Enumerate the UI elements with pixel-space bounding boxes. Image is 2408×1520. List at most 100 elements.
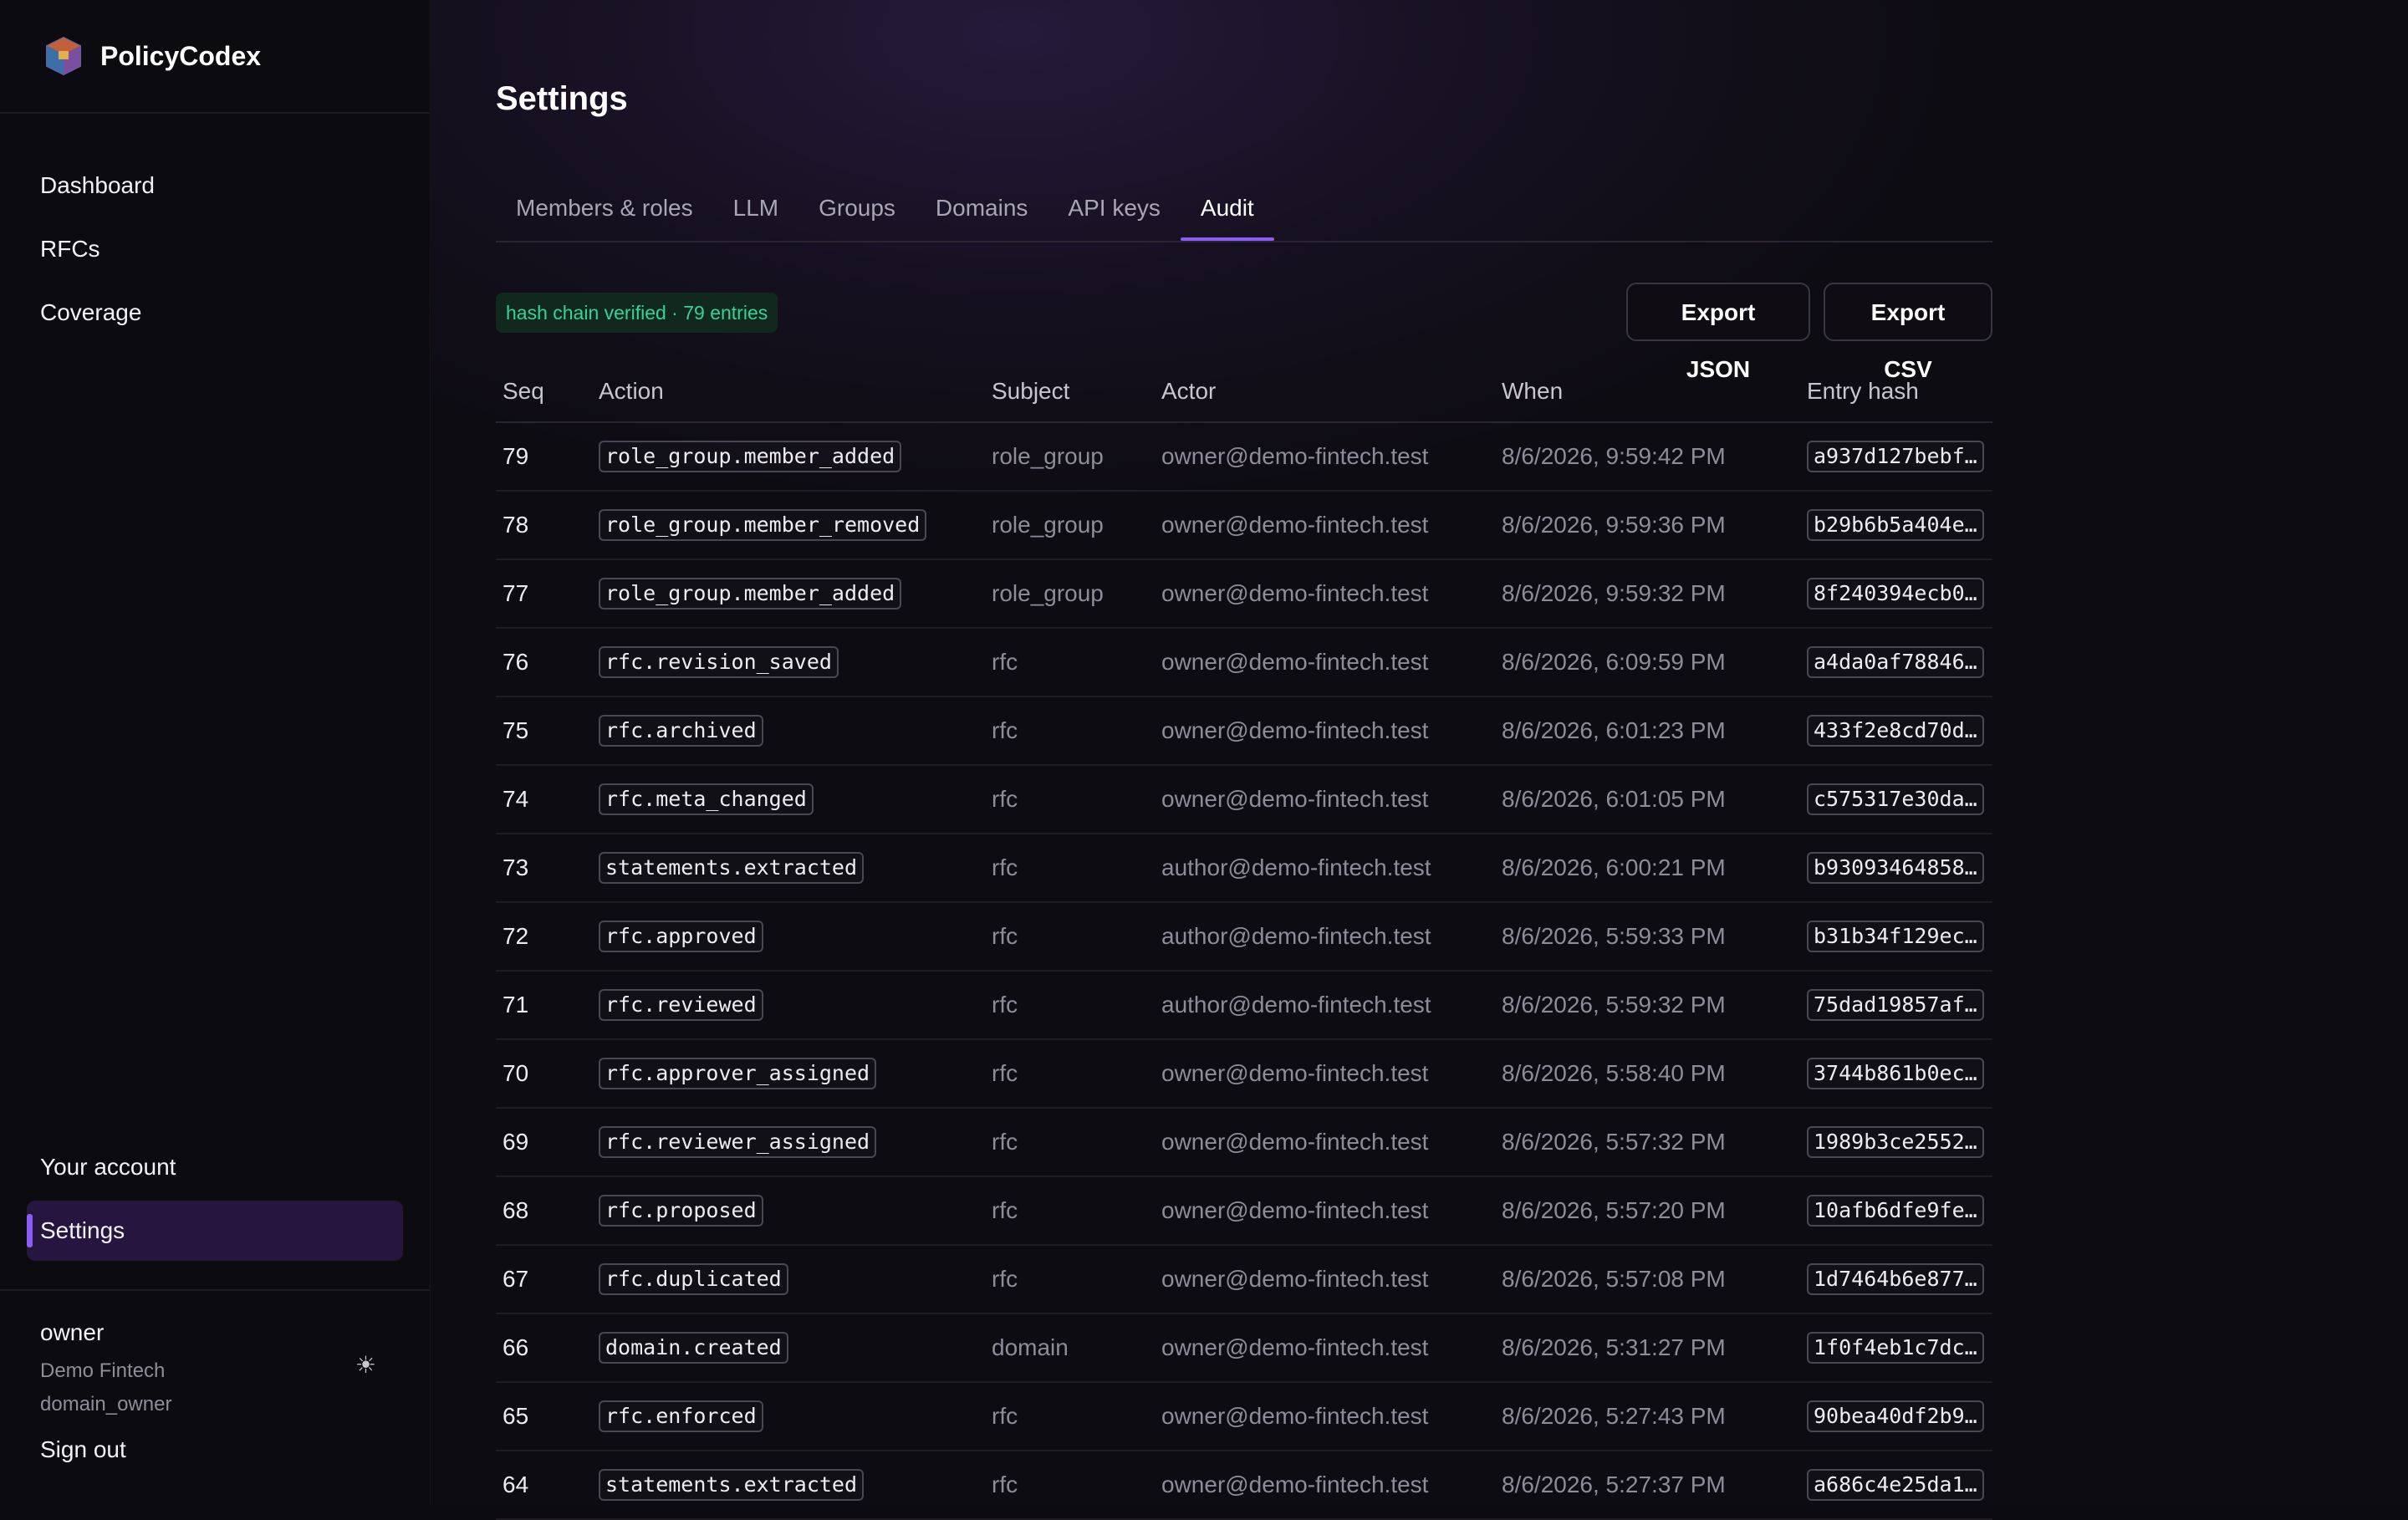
tab-domains[interactable]: Domains xyxy=(916,184,1048,239)
nav-item-dashboard[interactable]: Dashboard xyxy=(27,156,403,216)
action-cell: domain.created xyxy=(592,1313,985,1383)
subject-cell: rfc xyxy=(985,1176,1155,1246)
entry-hash-cell: a686c4e25da1… xyxy=(1800,1451,1992,1520)
user-role: domain_owner xyxy=(40,1393,172,1415)
table-row: 74 rfc.meta_changed rfc owner@demo-fintech.… xyxy=(496,765,1992,834)
subject-cell: rfc xyxy=(985,834,1155,903)
when-cell: 8/6/2026, 5:27:37 PM xyxy=(1495,1451,1800,1520)
when-cell: 8/6/2026, 6:01:23 PM xyxy=(1495,696,1800,766)
actor-cell: owner@demo-fintech.test xyxy=(1155,696,1495,766)
when-cell: 8/6/2026, 5:59:33 PM xyxy=(1495,902,1800,972)
entry-hash-code: 1d7464b6e877… xyxy=(1807,1263,1984,1295)
action-code: rfc.archived xyxy=(599,715,763,747)
nav-item-rfcs[interactable]: RFCs xyxy=(27,219,403,279)
action-code: domain.created xyxy=(599,1332,788,1364)
nav-item-settings[interactable]: Settings xyxy=(27,1201,403,1261)
action-cell: rfc.enforced xyxy=(592,1382,985,1451)
when-cell: 8/6/2026, 5:57:20 PM xyxy=(1495,1176,1800,1246)
when-cell: 8/6/2026, 6:00:21 PM xyxy=(1495,834,1800,903)
entry-hash-cell: 1d7464b6e877… xyxy=(1800,1245,1992,1314)
action-code: rfc.reviewer_assigned xyxy=(599,1126,877,1158)
entry-hash-cell: b93093464858… xyxy=(1800,834,1992,903)
table-row: 72 rfc.approved rfc author@demo-fintech.tes… xyxy=(496,902,1992,972)
subject-cell: domain xyxy=(985,1313,1155,1383)
entry-hash-cell: a937d127bebf… xyxy=(1800,422,1992,492)
subject-cell: rfc xyxy=(985,628,1155,697)
action-code: rfc.meta_changed xyxy=(599,783,814,815)
table-row: 71 rfc.reviewed rfc author@demo-fintech.tes… xyxy=(496,971,1992,1040)
entry-hash-cell: 8f240394ecb0… xyxy=(1800,559,1992,629)
action-code: rfc.approver_assigned xyxy=(599,1058,877,1089)
actor-cell: author@demo-fintech.test xyxy=(1155,971,1495,1040)
seq-cell: 78 xyxy=(496,491,592,560)
action-code: rfc.proposed xyxy=(599,1195,763,1227)
table-row: 67 rfc.duplicated rfc owner@demo-fintech.te… xyxy=(496,1245,1992,1314)
table-header-row: Seq Action Subject Actor When Entry hash xyxy=(496,361,1992,423)
when-cell: 8/6/2026, 5:59:32 PM xyxy=(1495,971,1800,1040)
action-code: rfc.reviewed xyxy=(599,989,763,1021)
seq-cell: 64 xyxy=(496,1451,592,1520)
entry-hash-code: 90bea40df2b9… xyxy=(1807,1400,1984,1432)
when-cell: 8/6/2026, 5:31:27 PM xyxy=(1495,1313,1800,1383)
tab-audit[interactable]: Audit xyxy=(1180,184,1274,241)
tab-groups[interactable]: Groups xyxy=(798,184,916,239)
action-cell: rfc.reviewer_assigned xyxy=(592,1108,985,1177)
action-code: rfc.duplicated xyxy=(599,1263,788,1295)
column-header-action: Action xyxy=(592,361,985,423)
subject-cell: role_group xyxy=(985,559,1155,629)
entry-hash-code: a686c4e25da1… xyxy=(1807,1469,1984,1501)
seq-cell: 69 xyxy=(496,1108,592,1177)
when-cell: 8/6/2026, 9:59:32 PM xyxy=(1495,559,1800,629)
entry-hash-cell: 1f0f4eb1c7dc… xyxy=(1800,1313,1992,1383)
action-code: statements.extracted xyxy=(599,1469,865,1501)
entry-hash-code: 433f2e8cd70d… xyxy=(1807,715,1984,747)
entry-hash-code: b93093464858… xyxy=(1807,852,1984,884)
entry-hash-cell: 90bea40df2b9… xyxy=(1800,1382,1992,1451)
seq-cell: 79 xyxy=(496,422,592,492)
audit-table: Seq Action Subject Actor When Entry hash… xyxy=(496,361,1992,1520)
settings-tabs: Members & roles LLM Groups Domains API k… xyxy=(496,184,1992,242)
entry-hash-code: 3744b861b0ec… xyxy=(1807,1058,1984,1089)
when-cell: 8/6/2026, 5:27:43 PM xyxy=(1495,1382,1800,1451)
subject-cell: rfc xyxy=(985,1382,1155,1451)
main-nav: Dashboard RFCs Coverage xyxy=(0,114,430,343)
export-csv-button[interactable]: Export CSV xyxy=(1824,283,1992,382)
page-title: Settings xyxy=(496,80,628,117)
nav-item-your-account[interactable]: Your account xyxy=(27,1137,403,1197)
table-row: 70 rfc.approver_assigned rfc owner@demo-fin… xyxy=(496,1039,1992,1109)
subject-cell: role_group xyxy=(985,422,1155,492)
action-cell: rfc.duplicated xyxy=(592,1245,985,1314)
tab-llm[interactable]: LLM xyxy=(713,184,798,239)
sign-out-link[interactable]: Sign out xyxy=(40,1436,390,1463)
subject-cell: rfc xyxy=(985,1451,1155,1520)
action-code: rfc.approved xyxy=(599,921,763,952)
brand[interactable]: PolicyCodex xyxy=(0,0,430,114)
policycodex-logo-icon xyxy=(46,36,81,76)
entry-hash-cell: 75dad19857af… xyxy=(1800,971,1992,1040)
action-code: rfc.revision_saved xyxy=(599,646,839,678)
table-row: 77 role_group.member_added role_group owner… xyxy=(496,559,1992,629)
action-cell: rfc.revision_saved xyxy=(592,628,985,697)
subject-cell: rfc xyxy=(985,971,1155,1040)
seq-cell: 73 xyxy=(496,834,592,903)
subject-cell: rfc xyxy=(985,902,1155,972)
table-row: 79 role_group.member_added role_group owner… xyxy=(496,422,1992,492)
entry-hash-cell: b29b6b5a404e… xyxy=(1800,491,1992,560)
audit-toolbar: hash chain verified · 79 entries Export … xyxy=(496,242,1992,382)
action-cell: rfc.archived xyxy=(592,696,985,766)
user-name: owner xyxy=(40,1319,105,1345)
main-content: Settings Members & roles LLM Groups Doma… xyxy=(431,0,2408,1520)
tab-api-keys[interactable]: API keys xyxy=(1048,184,1180,239)
actor-cell: author@demo-fintech.test xyxy=(1155,834,1495,903)
table-row: 66 domain.created domain owner@demo-fintech… xyxy=(496,1313,1992,1383)
sun-icon[interactable]: ☀ xyxy=(355,1351,376,1379)
action-code: role_group.member_removed xyxy=(599,509,927,541)
nav-item-coverage[interactable]: Coverage xyxy=(27,283,403,343)
seq-cell: 72 xyxy=(496,902,592,972)
export-json-button[interactable]: Export JSON xyxy=(1626,283,1810,382)
seq-cell: 74 xyxy=(496,765,592,834)
secondary-nav: Your account Settings xyxy=(0,1137,430,1264)
actor-cell: owner@demo-fintech.test xyxy=(1155,1245,1495,1314)
tab-members-roles[interactable]: Members & roles xyxy=(496,184,713,239)
entry-hash-code: 75dad19857af… xyxy=(1807,989,1984,1021)
